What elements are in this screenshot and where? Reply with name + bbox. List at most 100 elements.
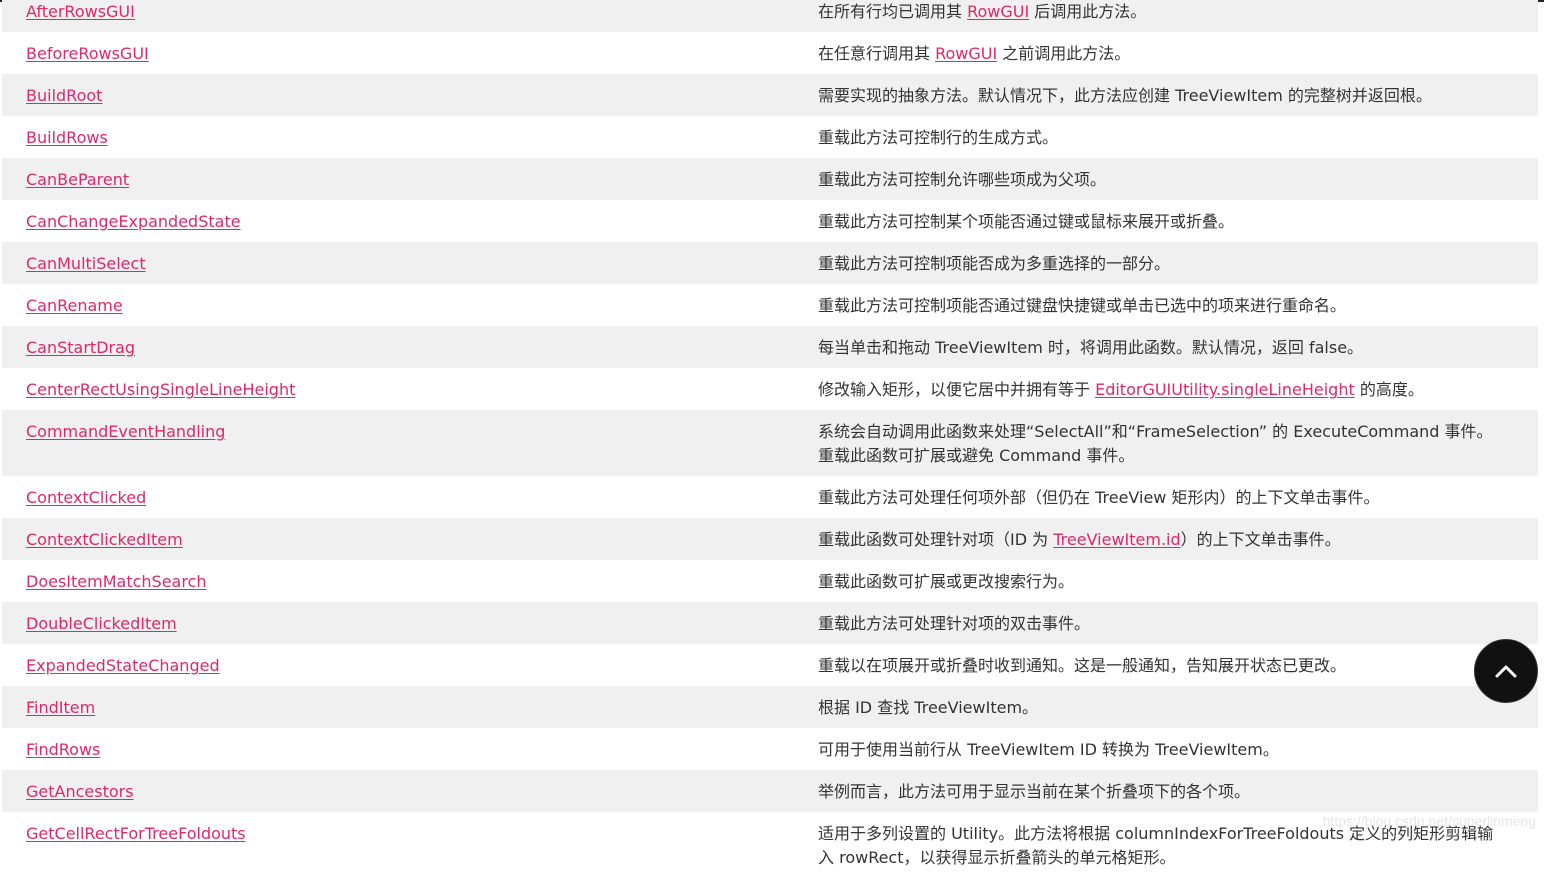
method-link[interactable]: AfterRowsGUI <box>26 2 135 21</box>
method-link[interactable]: CanStartDrag <box>26 338 135 357</box>
table-row: ContextClicked 重载此方法可处理任何项外部（但仍在 TreeView… <box>2 476 1538 518</box>
description-link[interactable]: RowGUI <box>935 44 997 63</box>
method-description-cell: 重载此方法可控制行的生成方式。 <box>794 116 1538 158</box>
method-link[interactable]: ExpandedStateChanged <box>26 656 220 675</box>
method-description-cell: 每当单击和拖动 TreeViewItem 时，将调用此函数。默认情况，返回 fa… <box>794 326 1538 368</box>
description-text: 适用于多列设置的 Utility。此方法将根据 columnIndexForTr… <box>818 824 1493 867</box>
description-text: 重载此方法可控制允许哪些项成为父项。 <box>818 170 1106 189</box>
description-text: 重载以在项展开或折叠时收到通知。这是一般通知，告知展开状态已更改。 <box>818 656 1346 675</box>
table-row: CenterRectUsingSingleLineHeight 修改输入矩形，以便… <box>2 368 1538 410</box>
method-name-cell: BuildRoot <box>2 74 794 116</box>
description-link[interactable]: TreeViewItem.id <box>1053 530 1180 549</box>
method-link[interactable]: DoubleClickedItem <box>26 614 177 633</box>
method-link[interactable]: CanRename <box>26 296 123 315</box>
table-row: BeforeRowsGUI 在任意行调用其 RowGUI 之前调用此方法。 <box>2 32 1538 74</box>
method-link[interactable]: BeforeRowsGUI <box>26 44 149 63</box>
method-description-cell: 重载此方法可控制项能否通过键盘快捷键或单击已选中的项来进行重命名。 <box>794 284 1538 326</box>
description-text: 在所有行均已调用其 <box>818 2 967 21</box>
method-link[interactable]: BuildRoot <box>26 86 102 105</box>
description-text: 重载此方法可处理针对项的双击事件。 <box>818 614 1090 633</box>
method-link[interactable]: CanBeParent <box>26 170 129 189</box>
description-link[interactable]: EditorGUIUtility.singleLineHeight <box>1095 380 1355 399</box>
description-text: 系统会自动调用此函数来处理“SelectAll”和“FrameSelection… <box>818 422 1493 465</box>
table-row: FindRows 可用于使用当前行从 TreeViewItem ID 转换为 Tr… <box>2 728 1538 770</box>
method-description-cell: 重载以在项展开或折叠时收到通知。这是一般通知，告知展开状态已更改。 <box>794 644 1538 686</box>
method-name-cell: ContextClicked <box>2 476 794 518</box>
description-text: 重载此函数可处理针对项（ID 为 <box>818 530 1053 549</box>
method-link[interactable]: GetCellRectForTreeFoldouts <box>26 824 246 843</box>
method-name-cell: BuildRows <box>2 116 794 158</box>
method-name-cell: GetCellRectForTreeFoldouts <box>2 812 794 878</box>
description-text: 需要实现的抽象方法。默认情况下，此方法应创建 TreeViewItem 的完整树… <box>818 86 1432 105</box>
method-link[interactable]: FindItem <box>26 698 95 717</box>
method-description-cell: 重载此方法可控制允许哪些项成为父项。 <box>794 158 1538 200</box>
method-link[interactable]: BuildRows <box>26 128 108 147</box>
chevron-up-icon <box>1495 664 1517 678</box>
method-description-cell: 需要实现的抽象方法。默认情况下，此方法应创建 TreeViewItem 的完整树… <box>794 74 1538 116</box>
method-description-cell: 重载此方法可处理任何项外部（但仍在 TreeView 矩形内）的上下文单击事件。 <box>794 476 1538 518</box>
method-description-cell: 重载此方法可控制项能否成为多重选择的一部分。 <box>794 242 1538 284</box>
method-name-cell: CanStartDrag <box>2 326 794 368</box>
description-text: 根据 ID 查找 TreeViewItem。 <box>818 698 1038 717</box>
description-text: 的高度。 <box>1355 380 1424 399</box>
method-name-cell: CommandEventHandling <box>2 410 794 476</box>
description-text: 重载此方法可处理任何项外部（但仍在 TreeView 矩形内）的上下文单击事件。 <box>818 488 1379 507</box>
method-name-cell: FindRows <box>2 728 794 770</box>
method-link[interactable]: ContextClickedItem <box>26 530 183 549</box>
table-row: CanBeParent 重载此方法可控制允许哪些项成为父项。 <box>2 158 1538 200</box>
method-name-cell: CanBeParent <box>2 158 794 200</box>
description-link[interactable]: RowGUI <box>967 2 1029 21</box>
method-name-cell: CanChangeExpandedState <box>2 200 794 242</box>
method-description-cell: 根据 ID 查找 TreeViewItem。 <box>794 686 1538 728</box>
method-name-cell: CanRename <box>2 284 794 326</box>
method-description-cell: 重载此函数可扩展或更改搜索行为。 <box>794 560 1538 602</box>
description-text: 重载此方法可控制某个项能否通过键或鼠标来展开或折叠。 <box>818 212 1234 231</box>
table-row: FindItem 根据 ID 查找 TreeViewItem。 <box>2 686 1538 728</box>
table-row: DoesItemMatchSearch 重载此函数可扩展或更改搜索行为。 <box>2 560 1538 602</box>
table-row: BuildRoot 需要实现的抽象方法。默认情况下，此方法应创建 TreeView… <box>2 74 1538 116</box>
table-row: CanChangeExpandedState 重载此方法可控制某个项能否通过键或鼠… <box>2 200 1538 242</box>
description-text: 每当单击和拖动 TreeViewItem 时，将调用此函数。默认情况，返回 fa… <box>818 338 1363 357</box>
api-table-container: AfterRowsGUI在所有行均已调用其 RowGUI 后调用此方法。Befo… <box>2 0 1538 878</box>
method-link[interactable]: CanMultiSelect <box>26 254 146 273</box>
method-name-cell: BeforeRowsGUI <box>2 32 794 74</box>
description-text: 可用于使用当前行从 TreeViewItem ID 转换为 TreeViewIt… <box>818 740 1279 759</box>
method-name-cell: ExpandedStateChanged <box>2 644 794 686</box>
method-name-cell: GetAncestors <box>2 770 794 812</box>
api-table-body: AfterRowsGUI在所有行均已调用其 RowGUI 后调用此方法。Befo… <box>2 0 1538 878</box>
api-methods-table: AfterRowsGUI在所有行均已调用其 RowGUI 后调用此方法。Befo… <box>2 0 1538 878</box>
method-description-cell: 重载此方法可控制某个项能否通过键或鼠标来展开或折叠。 <box>794 200 1538 242</box>
description-text: 重载此方法可控制行的生成方式。 <box>818 128 1058 147</box>
method-link[interactable]: GetAncestors <box>26 782 134 801</box>
description-text: 后调用此方法。 <box>1029 2 1146 21</box>
method-description-cell: 重载此函数可处理针对项（ID 为 TreeViewItem.id）的上下文单击事… <box>794 518 1538 560</box>
scroll-to-top-button[interactable] <box>1474 639 1538 703</box>
method-link[interactable]: FindRows <box>26 740 100 759</box>
watermark: https://blog.csdn.net/superlinmeng <box>1323 813 1536 829</box>
method-link[interactable]: CanChangeExpandedState <box>26 212 241 231</box>
method-description-cell: 在任意行调用其 RowGUI 之前调用此方法。 <box>794 32 1538 74</box>
table-row: GetCellRectForTreeFoldouts 适用于多列设置的 Utili… <box>2 812 1538 878</box>
method-link[interactable]: DoesItemMatchSearch <box>26 572 207 591</box>
method-description-cell: 修改输入矩形，以便它居中并拥有等于 EditorGUIUtility.singl… <box>794 368 1538 410</box>
description-text: 举例而言，此方法可用于显示当前在某个折叠项下的各个项。 <box>818 782 1250 801</box>
table-row: ExpandedStateChanged 重载以在项展开或折叠时收到通知。这是一般… <box>2 644 1538 686</box>
table-row: DoubleClickedItem 重载此方法可处理针对项的双击事件。 <box>2 602 1538 644</box>
table-row: ContextClickedItem 重载此函数可处理针对项（ID 为 TreeV… <box>2 518 1538 560</box>
method-description-cell: 重载此方法可处理针对项的双击事件。 <box>794 602 1538 644</box>
table-row: CanStartDrag 每当单击和拖动 TreeViewItem 时，将调用此函… <box>2 326 1538 368</box>
method-description-cell: 在所有行均已调用其 RowGUI 后调用此方法。 <box>794 0 1538 32</box>
description-text: 重载此函数可扩展或更改搜索行为。 <box>818 572 1074 591</box>
description-text: 在任意行调用其 <box>818 44 935 63</box>
description-text: ）的上下文单击事件。 <box>1181 530 1341 549</box>
method-link[interactable]: CenterRectUsingSingleLineHeight <box>26 380 295 399</box>
method-name-cell: CanMultiSelect <box>2 242 794 284</box>
method-name-cell: AfterRowsGUI <box>2 0 794 32</box>
table-row: CommandEventHandling 系统会自动调用此函数来处理“Select… <box>2 410 1538 476</box>
method-description-cell: 可用于使用当前行从 TreeViewItem ID 转换为 TreeViewIt… <box>794 728 1538 770</box>
table-row: CanRename 重载此方法可控制项能否通过键盘快捷键或单击已选中的项来进行重命… <box>2 284 1538 326</box>
method-link[interactable]: ContextClicked <box>26 488 146 507</box>
description-text: 重载此方法可控制项能否成为多重选择的一部分。 <box>818 254 1170 273</box>
table-row: GetAncestors 举例而言，此方法可用于显示当前在某个折叠项下的各个项。 <box>2 770 1538 812</box>
method-link[interactable]: CommandEventHandling <box>26 422 225 441</box>
